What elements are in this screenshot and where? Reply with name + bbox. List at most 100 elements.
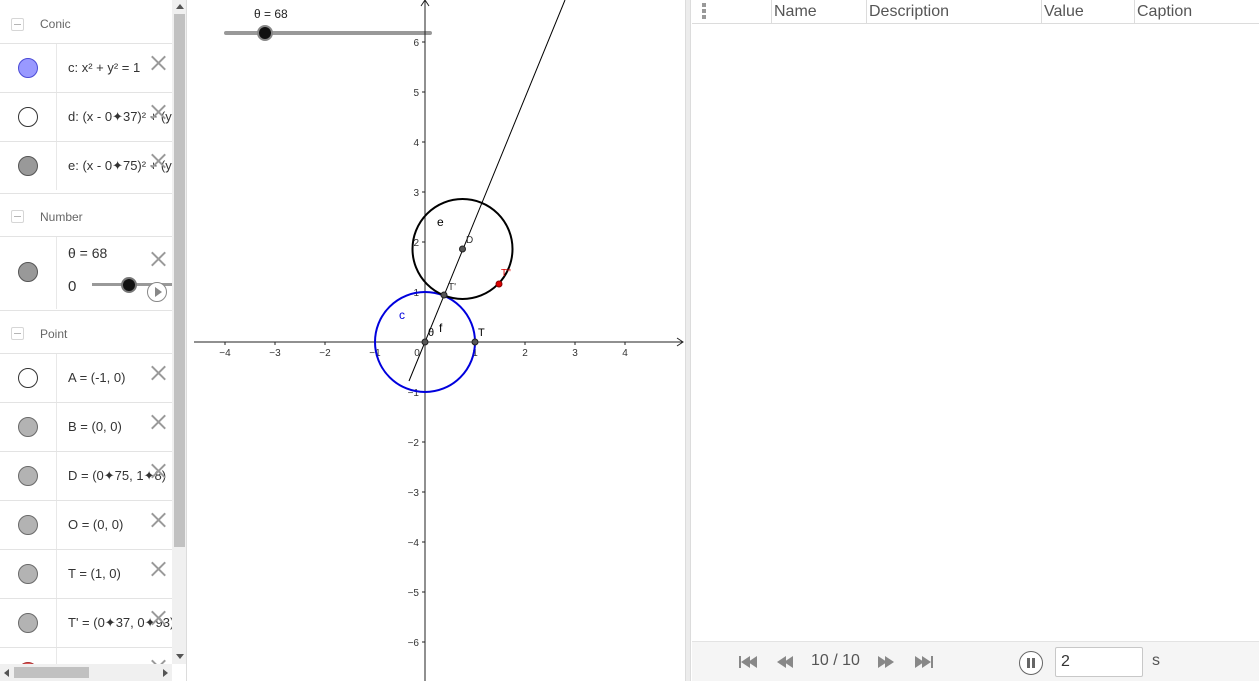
label-f: f (439, 321, 443, 335)
delete-icon[interactable] (148, 53, 168, 73)
first-step-icon[interactable] (739, 654, 761, 670)
collapse-icon[interactable] (11, 17, 24, 31)
collapse-icon[interactable] (11, 327, 24, 340)
drag-handle-icon[interactable] (702, 3, 706, 21)
scroll-left-icon[interactable] (4, 669, 9, 677)
scrollbar-thumb[interactable] (14, 667, 89, 678)
visibility-marble-icon[interactable] (18, 613, 38, 633)
scroll-right-icon[interactable] (163, 669, 168, 677)
delete-icon[interactable] (148, 363, 168, 383)
visibility-marble-icon[interactable] (18, 107, 38, 127)
group-number[interactable]: Number (0, 193, 172, 239)
point-Tprime[interactable] (440, 291, 448, 299)
point-O[interactable] (421, 338, 429, 346)
visibility-marble-icon[interactable] (18, 368, 38, 388)
group-title: Conic (40, 17, 71, 31)
scroll-up-icon[interactable] (176, 4, 184, 9)
slider-value-label[interactable]: θ = 68 (68, 245, 107, 261)
y-tick-label: −5 (408, 588, 420, 599)
horizontal-scrollbar[interactable] (0, 664, 172, 681)
y-tick-label: 5 (413, 88, 419, 99)
y-tick-label: 3 (413, 188, 419, 199)
graphics-canvas[interactable]: θ = 68 −4 −3 −2 −1 0 1 2 3 4 123456−1−2−3−4−5−6 … (194, 0, 685, 681)
visibility-marble-icon[interactable] (18, 466, 38, 486)
visibility-marble-icon[interactable] (18, 515, 38, 535)
point-D[interactable] (459, 245, 466, 253)
group-title: Point (40, 326, 68, 341)
protocol-header: Name Description Value Caption (692, 0, 1259, 24)
group-title: Number (40, 209, 83, 224)
group-conic[interactable]: Conic (0, 1, 172, 47)
visibility-marble-icon[interactable] (18, 417, 38, 437)
y-tick-label: 4 (413, 138, 419, 149)
point-T[interactable] (471, 338, 479, 346)
y-tick-label: −2 (408, 438, 420, 449)
visibility-marble-icon[interactable] (18, 58, 38, 78)
x-tick-label: 0 (414, 348, 420, 359)
delete-icon[interactable] (148, 559, 168, 579)
y-tick-label: −3 (408, 488, 420, 499)
algebra-item-Tprime[interactable]: T' = (0✦37, 0✦93) (0, 598, 172, 647)
column-value[interactable]: Value (1041, 0, 1134, 24)
label-D: D (466, 235, 473, 246)
algebra-item-O[interactable]: O = (0, 0) (0, 500, 172, 549)
collapse-icon[interactable] (11, 210, 24, 223)
algebra-item-theta[interactable]: θ = 68 0 (0, 236, 172, 309)
algebra-item-d[interactable]: d: (x - 0✦37)² + (y - 0✦93)² = 1 (0, 92, 172, 141)
x-tick-label: −4 (219, 348, 231, 359)
next-step-icon[interactable] (878, 654, 900, 670)
speed-unit-label: s (1152, 652, 1160, 669)
construction-protocol: Name Description Value Caption 10 / 10 s (692, 0, 1259, 681)
last-step-icon[interactable] (915, 654, 937, 670)
group-point[interactable]: Point (0, 310, 172, 356)
delete-icon[interactable] (148, 412, 168, 432)
previous-step-icon[interactable] (777, 654, 799, 670)
label-c: c (399, 308, 405, 322)
graphics-slider-thumb[interactable] (257, 25, 273, 41)
play-icon[interactable] (147, 282, 167, 302)
algebra-item-T[interactable]: T = (1, 0) (0, 549, 172, 598)
step-counter: 10 / 10 (811, 652, 860, 669)
delete-icon[interactable] (148, 510, 168, 530)
column-name[interactable]: Name (771, 0, 866, 24)
label-theta: θ (428, 327, 434, 339)
label-Tdprime: T'' (501, 268, 511, 279)
scrollbar-thumb[interactable] (174, 14, 185, 547)
column-caption[interactable]: Caption (1134, 0, 1259, 24)
view-splitter[interactable] (685, 0, 691, 681)
line-f[interactable] (408, 0, 566, 382)
delete-icon[interactable] (148, 249, 168, 269)
delete-icon[interactable] (148, 608, 168, 628)
delete-icon[interactable] (148, 461, 168, 481)
label-Tprime: T' (448, 282, 456, 293)
y-tick-label: −6 (408, 638, 420, 649)
algebra-item-B[interactable]: B = (0, 0) (0, 402, 172, 451)
graphics-slider-label[interactable]: θ = 68 (254, 7, 288, 21)
algebra-item-A[interactable]: A = (-1, 0) (0, 353, 172, 402)
delete-icon[interactable] (148, 151, 168, 171)
y-tick-label: −4 (408, 538, 420, 549)
x-tick-label: −2 (319, 348, 331, 359)
point-Tdprime[interactable] (495, 280, 503, 288)
label-e: e (437, 215, 444, 229)
play-speed-input[interactable] (1055, 647, 1143, 677)
graphics-view[interactable]: θ = 68 −4 −3 −2 −1 0 1 2 3 4 1 2 3 4 5 6 −1 −2 −3 −4 −5 −6 … (194, 0, 685, 681)
visibility-marble-icon[interactable] (18, 262, 38, 282)
scroll-down-icon[interactable] (176, 654, 184, 659)
visibility-marble-icon[interactable] (18, 156, 38, 176)
slider-thumb[interactable] (121, 277, 137, 293)
x-tick-label: 2 (522, 348, 528, 359)
algebra-item-c[interactable]: c: x² + y² = 1 (0, 43, 172, 92)
pause-icon[interactable] (1019, 651, 1043, 675)
visibility-marble-icon[interactable] (18, 564, 38, 584)
x-tick-label: 3 (572, 348, 578, 359)
algebra-item-e[interactable]: e: (x - 0✦75)² + (y - 1✦8)² = 1 (0, 141, 172, 190)
column-description[interactable]: Description (866, 0, 1041, 24)
vertical-scrollbar[interactable] (172, 0, 186, 664)
y-tick-label: 6 (413, 38, 419, 49)
algebra-view: Conic c: x² + y² = 1 d: (x - 0✦37)² + (y… (0, 0, 187, 681)
label-T: T (478, 327, 485, 339)
delete-icon[interactable] (148, 102, 168, 122)
algebra-item-D[interactable]: D = (0✦75, 1✦8) (0, 451, 172, 500)
protocol-navigation-bar: 10 / 10 s (692, 641, 1259, 681)
